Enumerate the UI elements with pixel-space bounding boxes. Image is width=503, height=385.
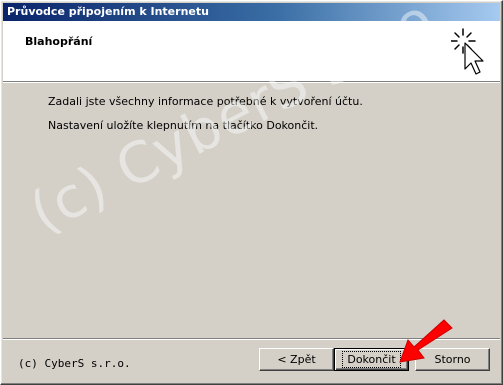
page-title: Blahopřání [25, 35, 93, 48]
red-arrow-icon [399, 319, 453, 363]
title-bar[interactable]: Průvodce připojením k Internetu [3, 3, 500, 21]
info-text-line-2: Nastavení uložíte klepnutím na tlačítko … [48, 119, 319, 132]
window-title: Průvodce připojením k Internetu [7, 5, 209, 18]
copyright-label: (c) CyberS s.r.o. [18, 357, 131, 370]
back-button[interactable]: < Zpět [259, 348, 334, 371]
info-text-line-1: Zadali jste všechny informace potřebné k… [48, 95, 363, 108]
wizard-sparkle-cursor-icon [451, 28, 484, 75]
wizard-header: Blahopřání [3, 21, 500, 81]
header-divider [3, 81, 500, 83]
